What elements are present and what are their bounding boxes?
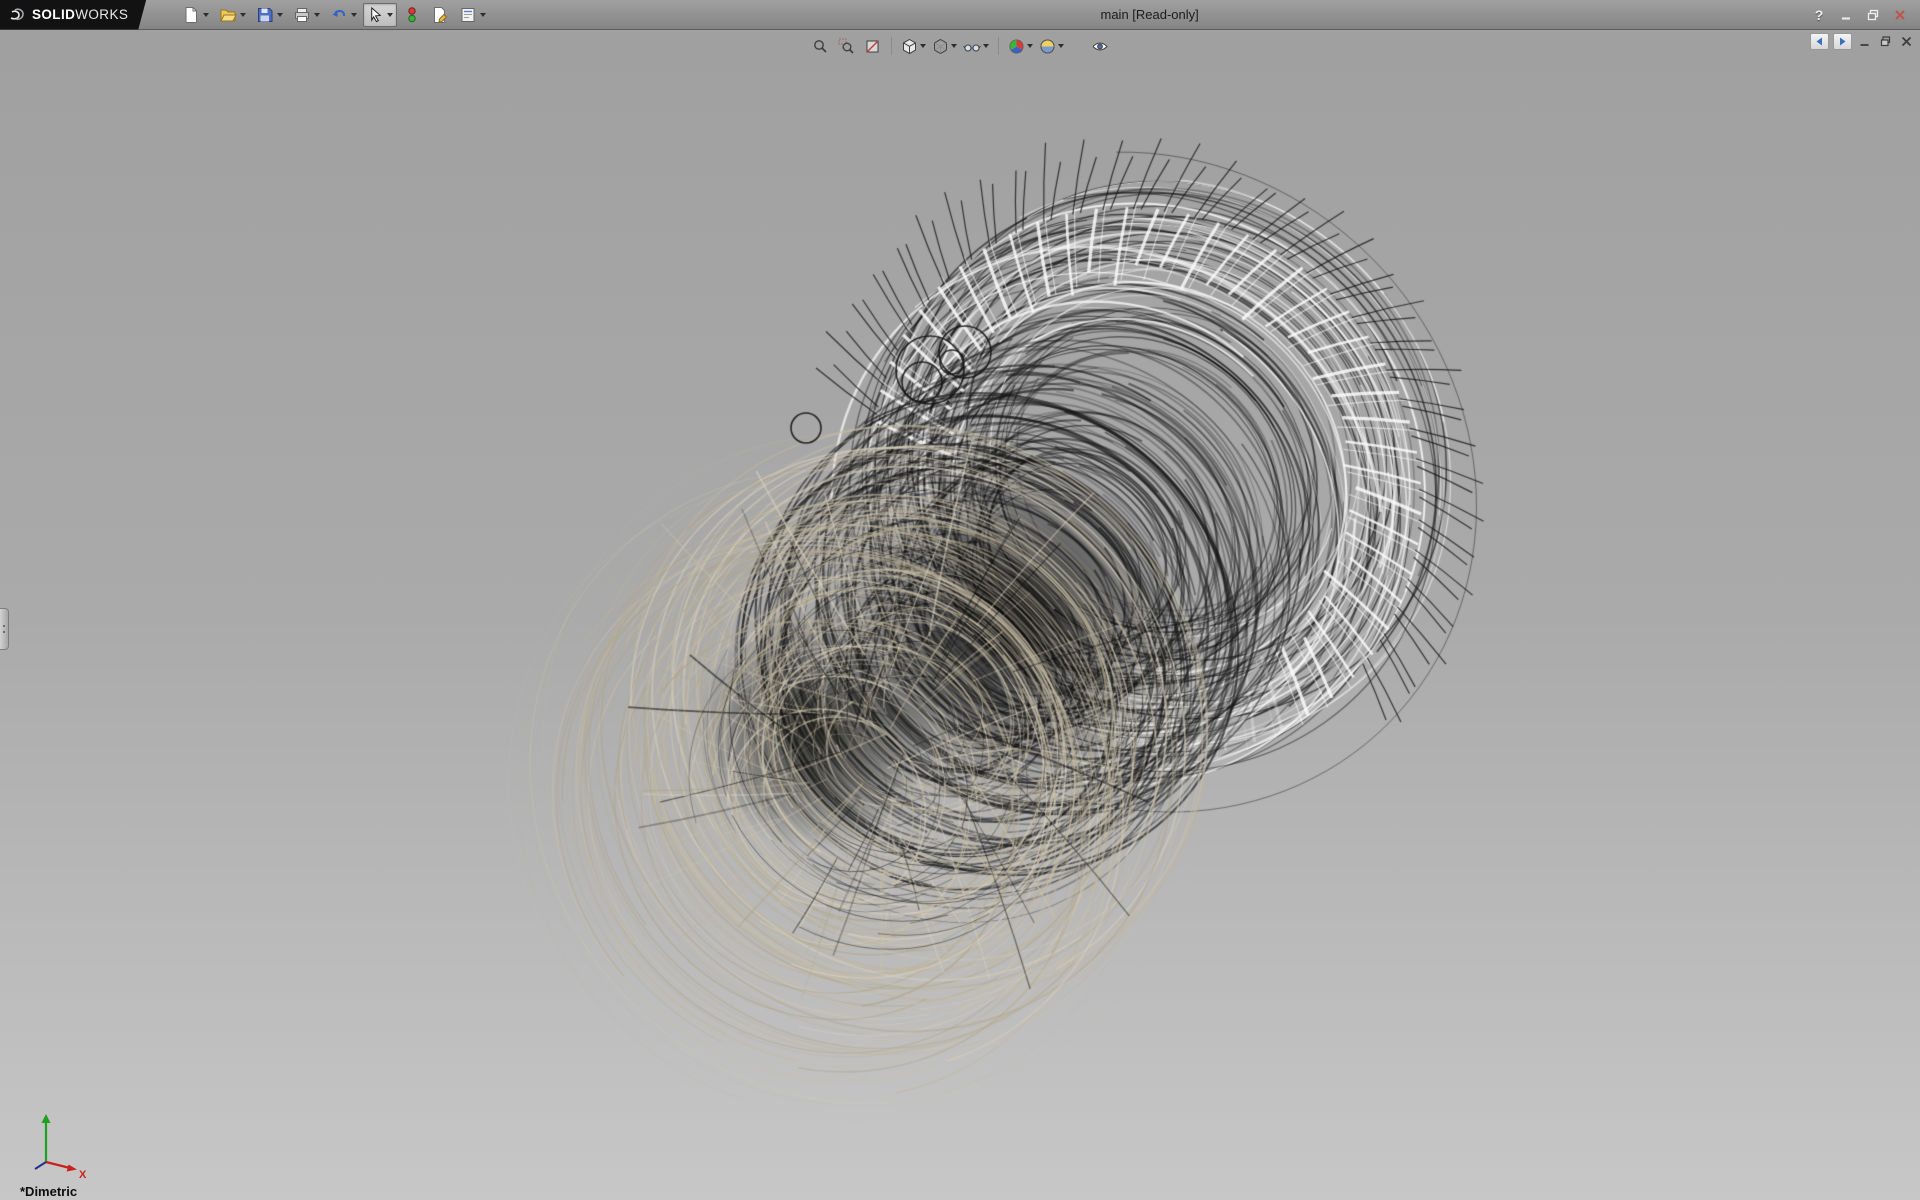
- toolbar-separator: [891, 37, 892, 55]
- close-icon: [1894, 9, 1906, 21]
- save-button[interactable]: [252, 3, 287, 27]
- undo-arrow-icon: [330, 6, 348, 24]
- help-button[interactable]: ?: [1809, 6, 1829, 24]
- glasses-icon: [963, 38, 981, 55]
- toolbar-separator: [998, 37, 999, 55]
- page-pencil-icon: [431, 6, 449, 24]
- select-button[interactable]: [363, 3, 397, 27]
- document-close-button[interactable]: [1898, 34, 1915, 50]
- dropdown-caret[interactable]: [1027, 44, 1033, 48]
- dropdown-caret[interactable]: [387, 13, 393, 17]
- brand-solid: SOLID: [32, 7, 75, 22]
- dropdown-caret[interactable]: [351, 13, 357, 17]
- traffic-light-icon: [403, 6, 421, 24]
- open-button[interactable]: [215, 3, 250, 27]
- rebuild-button[interactable]: [399, 3, 425, 27]
- triad-y-arrowhead: [42, 1114, 51, 1123]
- file-properties-button[interactable]: [427, 3, 453, 27]
- view-settings-button[interactable]: [1088, 34, 1112, 58]
- zoom-to-fit-button[interactable]: [808, 34, 832, 58]
- section-cut-icon: [864, 38, 881, 55]
- view-orientation-button[interactable]: [899, 34, 928, 58]
- previous-window-button[interactable]: [1810, 33, 1829, 50]
- new-document-button[interactable]: [178, 3, 213, 27]
- document-restore-button[interactable]: [1877, 34, 1894, 50]
- dropdown-caret[interactable]: [240, 13, 246, 17]
- new-document-icon: [182, 6, 200, 24]
- triad-z-axis: [35, 1162, 46, 1169]
- display-style-button[interactable]: [930, 34, 959, 58]
- window-controls: ?: [1809, 6, 1920, 24]
- triad-x-label: X: [79, 1169, 87, 1178]
- hide-show-items-button[interactable]: [961, 34, 991, 58]
- magnifier-icon: [812, 38, 829, 55]
- dassault-3ds-icon: [8, 6, 26, 24]
- heads-up-view-toolbar: [808, 34, 1112, 58]
- solidworks-window: SOLIDWORKS: [0, 0, 1920, 1200]
- eye-icon: [1091, 38, 1109, 55]
- minimize-button[interactable]: [1836, 6, 1856, 24]
- brand-text: SOLIDWORKS: [32, 7, 128, 22]
- restore-icon: [1880, 36, 1891, 47]
- undo-button[interactable]: [326, 3, 361, 27]
- section-view-button[interactable]: [860, 34, 884, 58]
- zoom-to-area-button[interactable]: [834, 34, 858, 58]
- minimize-icon: [1840, 9, 1852, 21]
- dropdown-caret[interactable]: [951, 44, 957, 48]
- options-sheet-icon: [459, 6, 477, 24]
- apply-scene-button[interactable]: [1037, 34, 1066, 58]
- minimize-icon: [1859, 36, 1870, 47]
- arrow-left-icon: [1814, 36, 1825, 47]
- arrow-right-icon: [1837, 36, 1848, 47]
- brand-works: WORKS: [75, 7, 128, 22]
- help-icon: ?: [1815, 7, 1824, 23]
- solidworks-logo: SOLIDWORKS: [0, 0, 146, 30]
- save-floppy-icon: [256, 6, 274, 24]
- panel-collapse-handle[interactable]: [0, 608, 9, 650]
- appearance-ball-icon: [1008, 38, 1025, 55]
- triad-x-arrowhead: [67, 1165, 77, 1172]
- scene-sphere-icon: [1039, 38, 1056, 55]
- graphics-viewport[interactable]: X *Dimetric: [0, 30, 1920, 1200]
- dropdown-caret[interactable]: [983, 44, 989, 48]
- view-orientation-label: *Dimetric: [20, 1184, 77, 1199]
- dropdown-caret[interactable]: [203, 13, 209, 17]
- select-cursor-icon: [367, 6, 384, 23]
- document-window-controls: [1810, 33, 1915, 50]
- restore-button[interactable]: [1863, 6, 1883, 24]
- options-button[interactable]: [455, 3, 490, 27]
- close-icon: [1901, 36, 1912, 47]
- printer-icon: [293, 6, 311, 24]
- triad-x-axis: [46, 1162, 70, 1168]
- print-button[interactable]: [289, 3, 324, 27]
- grip-dot: [3, 631, 5, 633]
- next-window-button[interactable]: [1833, 33, 1852, 50]
- titlebar: SOLIDWORKS: [0, 0, 1920, 30]
- display-style-cube-icon: [932, 38, 949, 55]
- dropdown-caret[interactable]: [920, 44, 926, 48]
- dropdown-caret[interactable]: [1058, 44, 1064, 48]
- window-title: main [Read-only]: [490, 7, 1809, 22]
- document-minimize-button[interactable]: [1856, 34, 1873, 50]
- edit-appearance-button[interactable]: [1006, 34, 1035, 58]
- open-folder-icon: [219, 6, 237, 24]
- dropdown-caret[interactable]: [277, 13, 283, 17]
- grip-dot: [3, 625, 5, 627]
- dropdown-caret[interactable]: [480, 13, 486, 17]
- restore-icon: [1867, 9, 1879, 21]
- quick-access-toolbar: [178, 0, 490, 29]
- model-wireframe-canvas[interactable]: [0, 30, 1920, 1199]
- dropdown-caret[interactable]: [314, 13, 320, 17]
- view-cube-icon: [901, 38, 918, 55]
- orientation-triad: X: [16, 1108, 94, 1178]
- magnifier-area-icon: [838, 38, 855, 55]
- close-button[interactable]: [1890, 6, 1910, 24]
